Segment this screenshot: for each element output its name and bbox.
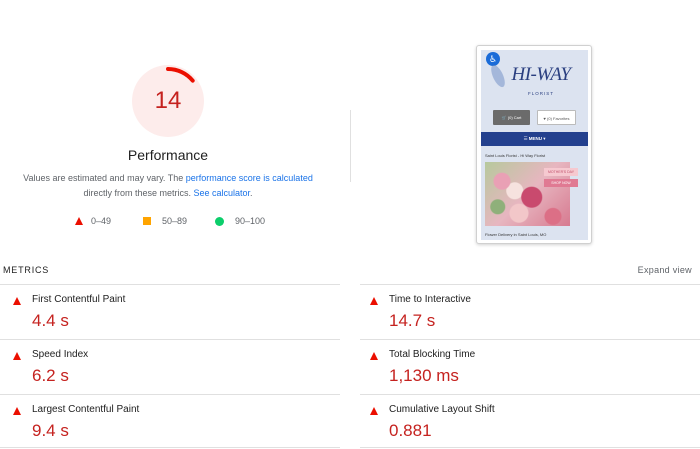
legend-range: 90–100 — [235, 216, 266, 226]
red-triangle-icon — [13, 297, 21, 305]
performance-description: Values are estimated and may vary. The p… — [18, 171, 318, 201]
orange-square-icon — [143, 217, 151, 225]
red-triangle-icon — [13, 407, 21, 415]
metric-value: 1,130 ms — [389, 366, 459, 385]
metric-name: First Contentful Paint — [32, 294, 126, 305]
divider — [0, 284, 340, 285]
red-triangle-icon — [13, 352, 21, 360]
red-triangle-icon — [370, 297, 378, 305]
description-text-1: Values are estimated and may vary. The — [23, 173, 186, 183]
site-logo-subtitle: FLORIST — [527, 91, 554, 96]
metric-value: 0.881 — [389, 421, 432, 440]
promo-badge: MOTHER'S DAY — [544, 168, 578, 176]
metric-total-blocking-time: Total Blocking Time 1,130 ms — [360, 345, 680, 397]
metric-name: Largest Contentful Paint — [32, 404, 140, 415]
vertical-divider — [350, 110, 351, 182]
legend-item-pass: 90–100 — [215, 214, 265, 228]
metric-largest-contentful-paint: Largest Contentful Paint 9.4 s — [3, 400, 323, 449]
legend-item-average: 50–89 — [143, 214, 187, 228]
screenshot-footer-text: Flower Delivery in Saint Louis, MO — [485, 232, 547, 237]
metric-value: 6.2 s — [32, 366, 69, 385]
legend-item-fail: 0–49 — [75, 214, 111, 228]
description-text-2: directly from these metrics. — [83, 188, 194, 198]
divider — [0, 339, 340, 340]
green-circle-icon — [215, 216, 224, 226]
red-triangle-icon — [370, 352, 378, 360]
divider — [0, 394, 340, 395]
red-triangle-icon — [370, 407, 378, 415]
metric-speed-index: Speed Index 6.2 s — [3, 345, 323, 397]
breadcrumb: Saint Louis Florist - Hi Way Florist — [485, 153, 546, 158]
metrics-heading: METRICS — [3, 265, 50, 275]
metric-name: Total Blocking Time — [389, 349, 476, 360]
divider — [360, 284, 700, 285]
expand-view-toggle[interactable]: Expand view — [638, 265, 692, 275]
screenshot-content: ♿ HI-WAY FLORIST 🛒 (0) Cart ♥ (0) Favori… — [481, 50, 588, 240]
favorites-button: ♥ (0) Favorites — [537, 110, 576, 125]
cart-button: 🛒 (0) Cart — [493, 110, 530, 125]
page-screenshot-thumbnail[interactable]: ♿ HI-WAY FLORIST 🛒 (0) Cart ♥ (0) Favori… — [476, 45, 592, 244]
performance-title: Performance — [127, 147, 209, 163]
performance-score-link[interactable]: performance score is calculated — [186, 173, 313, 183]
divider — [360, 339, 700, 340]
legend-range: 50–89 — [162, 216, 188, 226]
metric-cumulative-layout-shift: Cumulative Layout Shift 0.881 — [360, 400, 680, 449]
divider — [360, 447, 700, 448]
description-text-3: . — [250, 188, 253, 198]
red-triangle-icon — [75, 217, 83, 225]
metric-time-to-interactive: Time to Interactive 14.7 s — [360, 290, 680, 342]
divider — [360, 394, 700, 395]
metric-name: Speed Index — [32, 349, 89, 360]
metric-value: 9.4 s — [32, 421, 69, 440]
metric-value: 4.4 s — [32, 311, 69, 330]
see-calculator-link[interactable]: See calculator — [193, 188, 250, 198]
metric-first-contentful-paint: First Contentful Paint 4.4 s — [3, 290, 323, 342]
divider — [0, 447, 340, 448]
score-value: 14 — [154, 87, 182, 114]
performance-score-gauge: 14 — [132, 65, 204, 137]
legend-range: 0–49 — [91, 216, 112, 226]
menu-bar: ☰ MENU ▾ — [481, 132, 588, 146]
site-logo: HI-WAY — [511, 64, 571, 85]
metric-value: 14.7 s — [389, 311, 436, 330]
metric-name: Time to Interactive — [389, 294, 471, 305]
metric-name: Cumulative Layout Shift — [389, 404, 495, 415]
shop-now-badge: SHOP NOW — [544, 179, 578, 187]
